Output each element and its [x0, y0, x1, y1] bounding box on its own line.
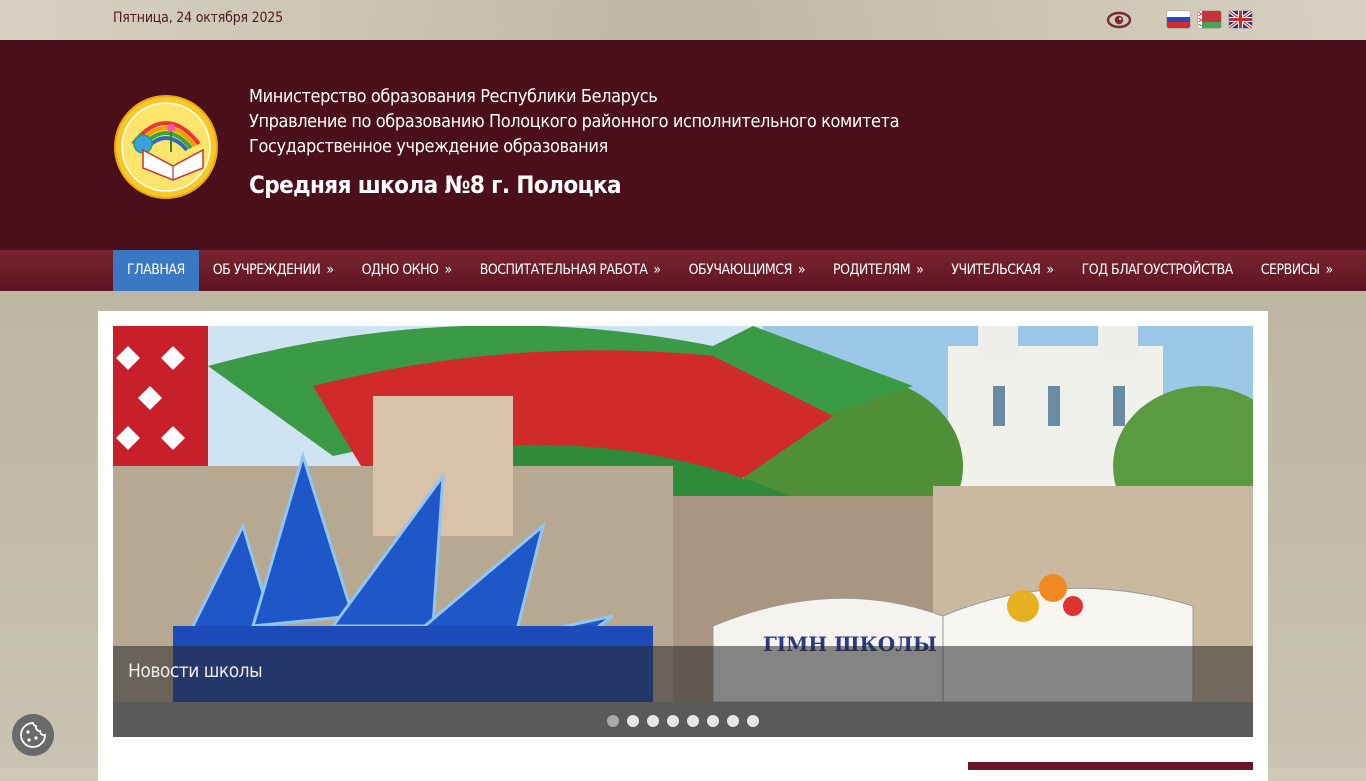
eye-icon[interactable]	[1106, 8, 1132, 32]
school-logo[interactable]	[113, 94, 219, 200]
nav-item-students[interactable]: ОБУЧАЮЩИМСЯ»	[675, 250, 819, 291]
ru-flag-icon[interactable]	[1167, 11, 1190, 28]
slider-dot-1[interactable]	[607, 715, 619, 727]
main-content: ГІМН ШКОЛЫ Новости школы	[98, 311, 1268, 781]
ministry-line: Министерство образования Республики Бела…	[249, 86, 658, 107]
nav-item-upbringing[interactable]: ВОСПИТАТЕЛЬНАЯ РАБОТА»	[466, 250, 675, 291]
slider-dot-6[interactable]	[707, 715, 719, 727]
language-switcher	[1167, 11, 1252, 28]
nav-item-home[interactable]: ГЛАВНАЯ	[113, 250, 199, 291]
slider-pagination	[113, 702, 1253, 737]
site-header: Министерство образования Республики Бела…	[0, 40, 1366, 250]
slide-caption-bar: Новости школы	[113, 646, 1253, 702]
nav-item-parents[interactable]: РОДИТЕЛЯМ»	[819, 250, 937, 291]
slide-caption[interactable]: Новости школы	[128, 660, 263, 682]
slider-dot-8[interactable]	[747, 715, 759, 727]
current-date: Пятница, 24 октября 2025	[113, 10, 283, 26]
slider-dot-5[interactable]	[687, 715, 699, 727]
top-bar: Пятница, 24 октября 2025	[0, 0, 1366, 40]
slider-dot-3[interactable]	[647, 715, 659, 727]
department-line: Управление по образованию Полоцкого райо…	[249, 111, 900, 132]
nav-item-services[interactable]: СЕРВИСЫ»	[1247, 250, 1347, 291]
main-nav: ГЛАВНАЯ ОБ УЧРЕЖДЕНИИ» ОДНО ОКНО» ВОСПИТ…	[0, 250, 1366, 291]
nav-item-one-window[interactable]: ОДНО ОКНО»	[348, 250, 466, 291]
header-text: Министерство образования Республики Бела…	[249, 84, 900, 199]
slider-dot-4[interactable]	[667, 715, 679, 727]
nav-item-teachers[interactable]: УЧИТЕЛЬСКАЯ»	[937, 250, 1067, 291]
school-title[interactable]: Средняя школа №8 г. Полоцка	[249, 171, 899, 199]
nav-item-year-improvement[interactable]: ГОД БЛАГОУСТРОЙСТВА	[1068, 250, 1247, 291]
sidebar-header-strip	[968, 762, 1253, 770]
gb-flag-icon[interactable]	[1229, 11, 1252, 28]
slider-dot-7[interactable]	[727, 715, 739, 727]
institution-type-line: Государственное учреждение образования	[249, 136, 608, 157]
cookie-icon[interactable]	[12, 714, 54, 756]
by-flag-icon[interactable]	[1198, 11, 1221, 28]
nav-item-about[interactable]: ОБ УЧРЕЖДЕНИИ»	[199, 250, 348, 291]
news-slider[interactable]: ГІМН ШКОЛЫ Новости школы	[113, 326, 1253, 737]
slider-dot-2[interactable]	[627, 715, 639, 727]
